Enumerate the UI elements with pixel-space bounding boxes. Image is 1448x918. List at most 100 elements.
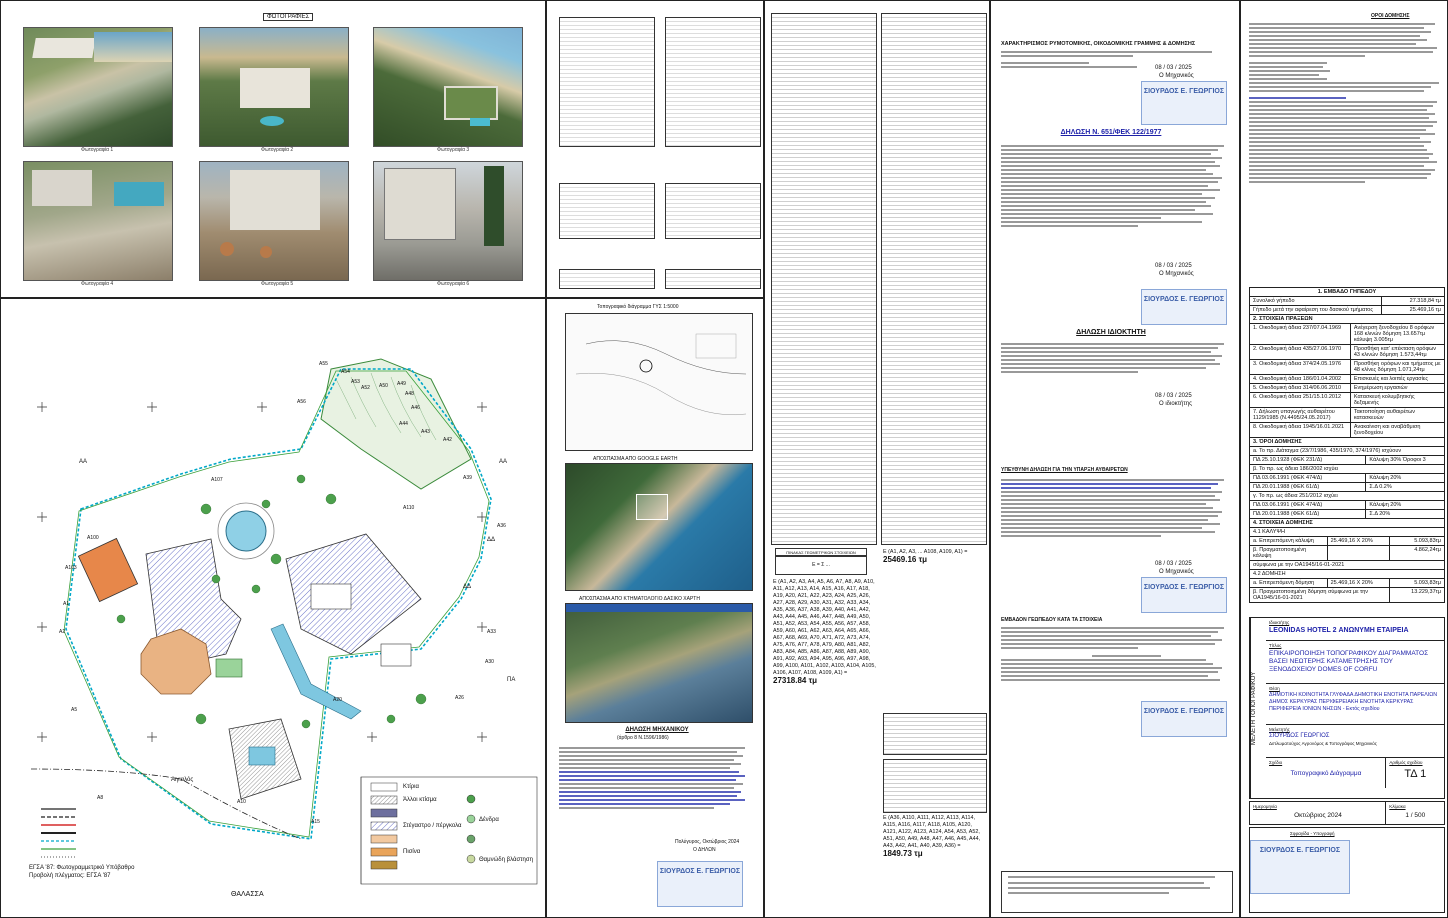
photo-2 [199,27,349,147]
photo-3-caption: Φωτογραφία 3 [437,147,470,153]
photo-5 [199,161,349,281]
s2-row-1-label: 1. Οικοδομική άδεια 237/07.04.1969 [1250,324,1351,344]
title-value: ΕΠΙΚΑΙΡΟΠΟΙΗΣΗ ΤΟΠΟΓΡΑΦΙΚΟΥ ΔΙΑΓΡΑΜΜΑΤΟΣ… [1269,650,1429,673]
engineer-stamp-4: ΣΙΟΥΡΔΟΣ Ε. ΓΕΩΡΓΙΟΣ [1141,577,1227,613]
s3-row-7-value: Κάλυψη 20% [1369,502,1402,508]
date-2: 08 / 03 / 2025 [1155,263,1192,269]
date-label: Ημερομηνία [1253,804,1277,809]
label-pa: ΠΑ [507,677,516,683]
point-A2: A2 [59,629,66,635]
s3-row-8-label: ΠΔ 20.01.1988 (ΦΕΚ 61/Δ) [1250,510,1367,518]
number-label: Αριθμός σχεδίου [1389,760,1423,765]
area-formula-e1: Ε (Α1, Α2, Α3, Α4, Α5, Α6, Α7, Α8, Α9, Α… [773,579,877,686]
point-A10: A10 [237,799,246,805]
tennis-court [77,537,139,603]
date-4: 08 / 03 / 2025 [1155,561,1192,567]
heading-owner-declaration: ΔΗΛΩΣΗ ΙΔΙΟΚΤΗΤΗ [1076,329,1146,336]
point-A100: A100 [87,535,99,541]
building-core [310,583,352,610]
s2-row-8-value: Ανακαίνιση και αναβάθμιση ξενοδοχείου [1353,424,1421,436]
point-A39: A39 [463,475,472,481]
engineer-sub: Διπλωματούχος Αγρονόμος & Τοπογράφος Μηχ… [1269,741,1377,746]
title-block: ΜΕΛΕΤΗ ΤΟΠΟΓΡΑΦΙΚΟΥ Ιδιοκτήτης LEONIDAS … [1249,617,1445,799]
s2-row-8-label: 8. Οικοδομική άδεια 1945/16.01.2021 [1250,423,1351,437]
stamp-2-name: ΣΙΟΥΡΔΟΣ Ε. ΓΕΩΡΓΙΟΣ [1143,88,1225,95]
photo-5-caption: Φωτογραφία 5 [261,281,294,287]
s3-row-7-label: ΠΔ 03.06.1991 (ΦΕΚ 474/Δ) [1250,501,1367,509]
stamp-4-name: ΣΙΟΥΡΔΟΣ Ε. ΓΕΩΡΓΙΟΣ [1143,584,1225,591]
owner-value: LEONIDAS HOTEL 2 ΑΝΩΝΥΜΗ ΕΤΑΙΡΕΙΑ [1269,627,1409,634]
stamp-3-name: ΣΙΟΥΡΔΟΣ Ε. ΓΕΩΡΓΙΟΣ [1143,296,1225,303]
heading-characterization: ΧΑΡΑΚΤΗΡΙΣΜΟΣ ΡΥΜΟΤΟΜΙΚΗΣ, ΟΙΚΟΔΟΜΙΚΗΣ Γ… [1001,41,1196,47]
s2-title: 2. ΣΤΟΙΧΕΙΑ ΠΡΑΞΕΩΝ [1253,316,1313,322]
point-A53: A53 [351,379,360,385]
s2-row-7-label: 7. Δήλωση υπαγωγής αυθαιρέτου 1129/1985 … [1250,408,1351,422]
coord-table-1 [559,17,655,147]
title-label: Τίτλος [1269,643,1282,648]
declaration-text [559,745,753,811]
point-A48: A48 [405,391,414,397]
formula-e3-text: Ε (Α36, Α110, Α111, Α112, Α113, Α114, Α1… [883,815,981,849]
s3-row-5-label: ΠΔ 20.01.1988 (ΦΕΚ 61/Δ) [1250,483,1367,491]
s3-row-2-label: ΠΔ 25.10.1928 (ΦΕΚ 231/Δ) [1250,456,1367,464]
coordinates-panel: ΠΙΝΑΚΑΣ ΓΕΩΜΕΤΡΙΚΩΝ ΣΤΟΙΧΕΙΩΝ E = Σ ... … [764,0,990,918]
date-3: 08 / 03 / 2025 [1155,393,1192,399]
stamp-1-name: ΣΙΟΥΡΔΟΣ Ε. ΓΕΩΡΓΙΟΣ [659,868,741,875]
legend-shrubs: Θαμνώδη βλάστηση [479,857,533,863]
area-e2-value: 25469.16 τμ [883,555,928,564]
s4-cover-actual-calc [1328,546,1390,560]
date-value: Οκτώβριος 2024 [1294,812,1342,819]
signature-label: Σφραγίδα - Υπογραφή [1290,831,1335,836]
heading-unauthorized: ΥΠΕΥΘΥΝΗ ΔΗΛΩΣΗ ΓΙΑ ΤΗΝ ΥΠΑΡΞΗ ΑΥΘΑΙΡΕΤΩ… [1001,467,1128,473]
role-3: Ο ιδιοκτήτης [1159,401,1192,407]
engineer-label: Μελετητής [1269,727,1290,732]
photo-6-caption: Φωτογραφία 6 [437,281,470,287]
s3-row-1-label: a. Το πρ. Διάταγμα (23/7/1986, 435/1970,… [1253,448,1402,454]
s4-cover-ref-label: σύμφωνα με την ΟΑ1945/16-01-2021 [1253,562,1345,568]
engineer-value: ΣΙΟΥΡΔΟΣ ΓΕΩΡΓΙΟΣ [1269,733,1330,739]
label-aigialos: Αιγιαλός [171,777,194,783]
s4-cover-allowed-calc: 25.469,16 Χ 20% [1328,537,1390,545]
role-4: Ο Μηχανικός [1159,569,1194,575]
point-A15: A15 [311,819,320,825]
area-formula-e3: Ε (Α36, Α110, Α111, Α112, Α113, Α114, Α1… [883,815,987,859]
point-A54: A54 [341,369,350,375]
s3-row-4-value: Κάλυψη 20% [1369,475,1402,481]
engineer-stamp-1: ΣΙΟΥΡΔΟΣ Ε. ΓΕΩΡΓΙΟΣ [657,861,743,907]
point-A42: A42 [443,437,452,443]
s1-title: 1. ΕΜΒΑΔΟ ΓΗΠΕΔΟΥ [1317,289,1377,295]
s4-title: 4. ΣΤΟΙΧΕΙΑ ΔΟΜΗΣΗΣ [1253,520,1313,526]
s4-build-actual-value: 13.229,37τμ [1411,589,1441,595]
photos-title: ΦΩΤΟΓΡΑΦΙΕΣ [263,13,314,21]
site-plan-drawing [30,358,538,885]
heading-law-651: ΔΗΛΩΣΗ Ν. 651/ΦΕΚ 122/1977 [1060,129,1162,136]
declarations-panel: ΧΑΡΑΚΤΗΡΙΣΜΟΣ ΡΥΜΟΤΟΜΙΚΗΣ, ΟΙΚΟΔΟΜΙΚΗΣ Γ… [990,0,1240,918]
s2-row-7-value: Τακτοποίηση αυθαιρέτων κατασκευών [1353,409,1416,421]
point-A44: A44 [399,421,408,427]
engineer-stamp-6: ΣΙΟΥΡΔΟΣ Ε. ΓΕΩΡΓΙΟΣ [1250,840,1350,894]
building-terms-title: ΟΡΟΙ ΔΟΜΗΣΗΣ [1371,13,1410,19]
coord-table-3 [559,183,655,239]
point-A33: A33 [487,629,496,635]
s3-row-2-value: Κάλυψη 30% Όροφοι 3 [1369,457,1426,463]
legend-buildings: Κτίρια [403,784,419,790]
google-earth-image [565,463,753,591]
role-1: Ο Μηχανικός [1159,73,1194,79]
engineer-declaration-title: ΔΗΛΩΣΗ ΜΗΧΑΝΙΚΟΥ [625,727,689,733]
round-pool [225,510,267,552]
drawing-label: Σχέδιο [1269,760,1283,765]
vertical-label: ΜΕΛΕΤΗ ΤΟΠΟΓΡΑΦΙΚΟΥ [1250,618,1267,798]
point-A56: A56 [297,399,306,405]
legend-trees: Δένδρα [479,817,499,823]
point-A8: A8 [97,795,104,801]
location-label: Θέση [1269,686,1280,691]
engineer-stamp-5: ΣΙΟΥΡΔΟΣ Ε. ΓΕΩΡΓΙΟΣ [1141,701,1227,737]
plan-note-2: Προβολή πλέγματος: ΕΓΣΑ '87 [29,873,111,879]
point-A20: A20 [333,697,342,703]
s4-build-allowed-label: a. Επιτρεπόμενη δόμηση [1250,579,1328,587]
s1-row-1-value: 27.318,84 τμ [1409,298,1441,304]
point-A30: A30 [485,659,494,665]
s2-row-6-label: 6. Οικοδομική άδεια 251/15.10.2012 [1250,393,1351,407]
date-1: 08 / 03 / 2025 [1155,65,1192,71]
area-e1-value: 27318.84 τμ [773,676,818,685]
